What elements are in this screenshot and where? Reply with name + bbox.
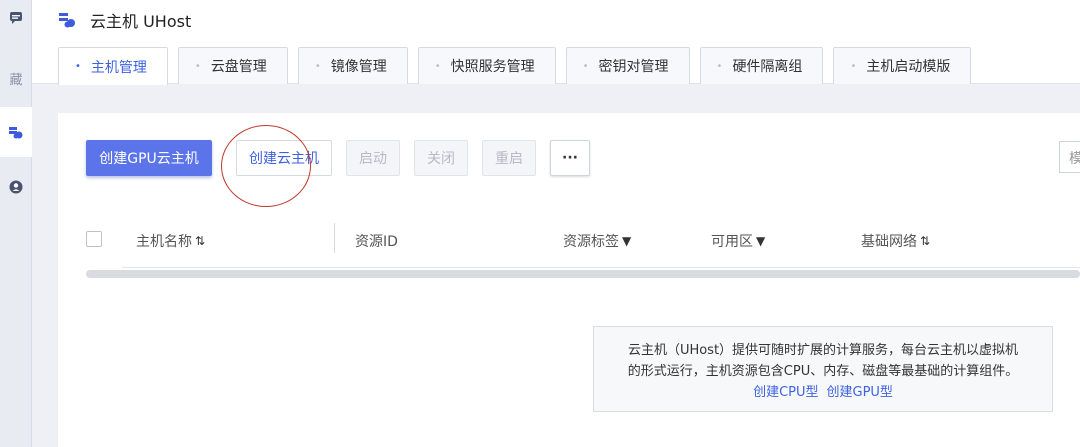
tab-bar: • 主机管理 • 云盘管理 • 镜像管理 • 快照服务管理 • 密钥对管理 • 硬件隔离组 … — [58, 47, 981, 85]
note-links: 创建CPU型 创建GPU型 — [594, 382, 1052, 403]
start-button[interactable]: 启动 — [346, 140, 400, 176]
tab-dot-icon: • — [434, 60, 441, 72]
search-input[interactable]: 模 — [1059, 141, 1080, 173]
page-header: 云主机 UHost • 主机管理 • 云盘管理 • 镜像管理 • 快照服务管理 • 密钥对… — [32, 0, 1080, 85]
column-host-name[interactable]: 主机名称 ⇅ — [136, 231, 205, 251]
cloud-host-icon[interactable] — [0, 107, 32, 157]
tab-disk-management[interactable]: • 云盘管理 — [177, 47, 288, 84]
sort-icon[interactable]: ⇅ — [195, 234, 205, 248]
rail-label-partial[interactable]: 藏 — [0, 66, 32, 90]
page-title: 云主机 UHost — [90, 12, 192, 31]
note-line-1: 云主机（UHost）提供可随时扩展的计算服务，每台云主机以虚拟机 — [627, 343, 1019, 358]
select-all-checkbox[interactable] — [86, 231, 102, 247]
table-header: 主机名称 ⇅ 资源ID 资源标签 ▼ 可用区 ▼ 基础网络 ⇅ — [86, 223, 1080, 267]
tab-snapshot-management[interactable]: • 快照服务管理 — [417, 47, 556, 84]
tab-isolation-group[interactable]: • 硬件隔离组 — [699, 47, 824, 84]
toolbar: 创建GPU云主机 创建云主机 启动 关闭 重启 ··· — [86, 140, 604, 176]
main-card: 创建GPU云主机 创建云主机 启动 关闭 重启 ··· 模 主机名称 ⇅ 资源ID… — [58, 113, 1080, 447]
create-cpu-link[interactable]: 创建CPU型 — [753, 385, 818, 400]
tab-dot-icon: • — [75, 61, 81, 72]
column-divider — [334, 223, 335, 253]
create-gpu-host-button[interactable]: 创建GPU云主机 — [86, 140, 212, 176]
sort-icon[interactable]: ⇅ — [920, 234, 930, 248]
restart-button[interactable]: 重启 — [482, 140, 536, 176]
tab-keypair-management[interactable]: • 密钥对管理 — [565, 47, 690, 84]
cloud-host-icon — [59, 13, 75, 28]
tab-image-management[interactable]: • 镜像管理 — [297, 47, 408, 84]
column-zone[interactable]: 可用区 ▼ — [711, 231, 765, 251]
note-line-2: 的形式运行，主机资源包含CPU、内存、磁盘等最基础的计算组件。 — [627, 364, 1019, 379]
column-basic-network[interactable]: 基础网络 ⇅ — [861, 231, 930, 251]
horizontal-scrollbar[interactable] — [86, 270, 1080, 278]
user-icon[interactable] — [0, 175, 32, 199]
tab-dot-icon: • — [194, 60, 201, 72]
tab-dot-icon: • — [850, 60, 857, 72]
filter-icon[interactable]: ▼ — [622, 234, 631, 248]
tab-launch-template[interactable]: • 主机启动模版 — [833, 47, 972, 84]
column-resource-id: 资源ID — [355, 234, 398, 250]
tab-dot-icon: • — [716, 60, 723, 72]
left-rail: 藏 — [0, 0, 32, 447]
more-actions-button[interactable]: ··· — [550, 140, 590, 176]
filter-icon[interactable]: ▼ — [756, 234, 765, 248]
empty-state-note: 云主机（UHost）提供可随时扩展的计算服务，每台云主机以虚拟机 的形式运行，主… — [593, 326, 1053, 412]
table-divider — [122, 267, 1080, 268]
stop-button[interactable]: 关闭 — [414, 140, 468, 176]
page-title-row: 云主机 UHost — [58, 8, 191, 32]
create-gpu-link[interactable]: 创建GPU型 — [827, 385, 893, 400]
chat-icon[interactable] — [0, 6, 32, 30]
create-host-button[interactable]: 创建云主机 — [236, 140, 332, 176]
column-resource-tag[interactable]: 资源标签 ▼ — [563, 231, 631, 251]
tab-dot-icon: • — [582, 60, 589, 72]
tab-host-management[interactable]: • 主机管理 — [58, 47, 168, 85]
tab-dot-icon: • — [314, 60, 321, 72]
